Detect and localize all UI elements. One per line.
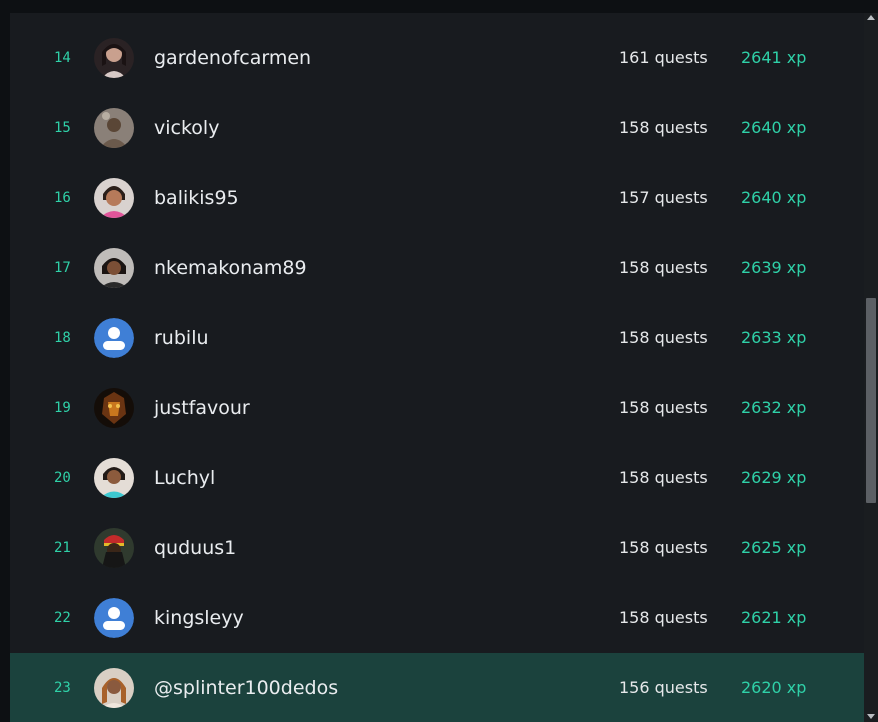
username[interactable]: @splinter100dedos (154, 653, 338, 722)
default-user-icon[interactable] (94, 598, 134, 638)
quest-count: 161 quests (619, 48, 708, 67)
leaderboard-row[interactable]: 15 vickoly 158 quests 2640 xp (10, 93, 864, 163)
leaderboard-row[interactable]: 17 nkemakonam89 158 quests 2639 xp (10, 233, 864, 303)
rank-number: 19 (54, 400, 71, 416)
xp-value: 2625 xp (741, 538, 807, 557)
leaderboard-row[interactable]: 21 quduus1 158 quests 2625 xp (10, 513, 864, 583)
avatar[interactable] (94, 248, 134, 288)
rank-number: 22 (54, 610, 71, 626)
leaderboard-row-current-user[interactable]: 23 @splinter100dedos 156 quests 2620 xp (10, 653, 864, 722)
rank-number: 20 (54, 470, 71, 486)
quest-count: 158 quests (619, 608, 708, 627)
rank-number: 16 (54, 190, 71, 206)
leaderboard-row[interactable]: 14 gardenofcarmen 161 quests 2641 xp (10, 23, 864, 93)
leaderboard-row[interactable]: 22 kingsleyy 158 quests 2621 xp (10, 583, 864, 653)
xp-value: 2632 xp (741, 398, 807, 417)
avatar[interactable] (94, 458, 134, 498)
username[interactable]: Luchyl (154, 443, 215, 513)
rank-number: 15 (54, 120, 71, 136)
xp-value: 2629 xp (741, 468, 807, 487)
rank-number: 18 (54, 330, 71, 346)
rank-number: 21 (54, 540, 71, 556)
vertical-scrollbar[interactable] (864, 13, 878, 722)
username[interactable]: gardenofcarmen (154, 23, 311, 93)
xp-value: 2640 xp (741, 118, 807, 137)
quest-count: 158 quests (619, 118, 708, 137)
xp-value: 2640 xp (741, 188, 807, 207)
quest-count: 158 quests (619, 328, 708, 347)
quest-count: 158 quests (619, 258, 708, 277)
xp-value: 2641 xp (741, 48, 807, 67)
quest-count: 158 quests (619, 468, 708, 487)
avatar[interactable] (94, 388, 134, 428)
scrollbar-thumb[interactable] (866, 298, 876, 503)
username[interactable]: rubilu (154, 303, 209, 373)
quest-count: 156 quests (619, 678, 708, 697)
leaderboard-row[interactable]: 18 rubilu 158 quests 2633 xp (10, 303, 864, 373)
username[interactable]: vickoly (154, 93, 219, 163)
username[interactable]: quduus1 (154, 513, 236, 583)
avatar[interactable] (94, 668, 134, 708)
xp-value: 2621 xp (741, 608, 807, 627)
rank-number: 23 (54, 680, 71, 696)
avatar[interactable] (94, 528, 134, 568)
leaderboard-row[interactable]: 16 balikis95 157 quests 2640 xp (10, 163, 864, 233)
username[interactable]: nkemakonam89 (154, 233, 307, 303)
username[interactable]: justfavour (154, 373, 250, 443)
quest-count: 158 quests (619, 538, 708, 557)
scroll-up-arrow-icon[interactable] (867, 15, 875, 20)
avatar[interactable] (94, 108, 134, 148)
quest-count: 158 quests (619, 398, 708, 417)
avatar[interactable] (94, 38, 134, 78)
username[interactable]: kingsleyy (154, 583, 244, 653)
leaderboard-row[interactable]: 19 justfavour 158 quests 2632 xp (10, 373, 864, 443)
rank-number: 14 (54, 50, 71, 66)
xp-value: 2620 xp (741, 678, 807, 697)
leaderboard-list: 14 gardenofcarmen 161 quests 2641 xp 15 … (10, 13, 864, 722)
xp-value: 2633 xp (741, 328, 807, 347)
scroll-down-arrow-icon[interactable] (867, 714, 875, 719)
quest-count: 157 quests (619, 188, 708, 207)
rank-number: 17 (54, 260, 71, 276)
xp-value: 2639 xp (741, 258, 807, 277)
default-user-icon[interactable] (94, 318, 134, 358)
leaderboard-row[interactable]: 20 Luchyl 158 quests 2629 xp (10, 443, 864, 513)
username[interactable]: balikis95 (154, 163, 239, 233)
avatar[interactable] (94, 178, 134, 218)
